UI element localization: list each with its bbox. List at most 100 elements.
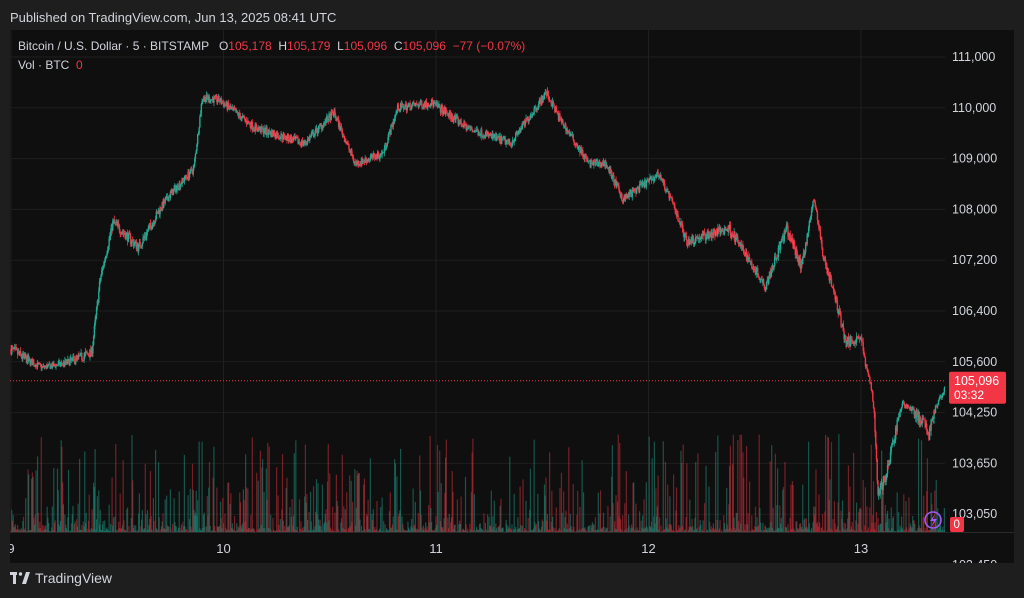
candle-body — [880, 484, 882, 489]
volume-bar — [619, 442, 621, 532]
volume-bar — [719, 520, 721, 532]
candle-body — [802, 257, 804, 265]
volume-bar — [772, 507, 774, 532]
volume-bar — [25, 498, 27, 532]
volume-bar — [860, 509, 862, 532]
candle-body — [421, 103, 423, 108]
volume-bar — [855, 502, 858, 532]
volume-bar — [555, 507, 557, 532]
volume-bar — [452, 491, 454, 532]
volume-bar — [527, 518, 529, 532]
candle-body — [196, 133, 199, 145]
volume-bar — [703, 503, 706, 532]
volume-bar — [251, 437, 253, 532]
volume-bars — [10, 434, 959, 532]
volume-bar — [935, 479, 937, 532]
volume-bar — [54, 520, 56, 532]
volume-bar — [183, 454, 185, 532]
candle-body — [247, 120, 250, 123]
volume-bar — [597, 492, 599, 532]
volume-bar — [216, 487, 218, 532]
volume-bar — [170, 528, 172, 532]
time-tick-label: 11 — [429, 541, 443, 556]
candle-body — [781, 238, 783, 242]
volume-bar — [168, 526, 170, 532]
published-caption: Published on TradingView.com, Jun 13, 20… — [10, 10, 337, 25]
volume-bar — [228, 482, 230, 532]
volume-bar — [502, 527, 504, 532]
volume-bar — [549, 452, 551, 532]
volume-bar — [89, 529, 91, 532]
volume-bar — [383, 520, 385, 532]
time-axis-labels: 9 10 11 12 13 — [10, 541, 868, 556]
volume-bar — [609, 516, 611, 532]
candle-body — [496, 135, 498, 138]
volume-bar — [158, 517, 160, 532]
candle-body — [146, 231, 149, 233]
volume-bar — [942, 526, 944, 532]
volume-bar — [48, 522, 50, 532]
volume-bar — [892, 516, 895, 532]
candle-body — [92, 344, 94, 354]
volume-bar — [417, 513, 419, 532]
volume-bar — [209, 525, 211, 532]
time-tick-label: 9 — [10, 541, 15, 556]
volume-bar — [515, 526, 517, 532]
volume-bar — [702, 520, 704, 532]
volume-bar — [281, 454, 284, 532]
candle-body — [409, 103, 411, 110]
volume-bar — [896, 492, 898, 532]
candle-body — [869, 376, 871, 383]
volume-bar — [705, 465, 707, 532]
candle-body — [903, 404, 906, 407]
volume-bar — [40, 437, 42, 532]
footer-brand[interactable]: TradingView — [10, 570, 112, 586]
volume-bar — [729, 445, 732, 532]
volume-bar — [337, 506, 339, 532]
volume-bar — [607, 506, 609, 532]
volume-bar — [201, 441, 203, 532]
tradingview-logo-icon — [10, 572, 30, 584]
candlestick-chart[interactable]: 111,000 110,000 109,000 108,000 107,200 106,4… — [10, 30, 1014, 563]
volume-bar — [522, 479, 524, 532]
legend-change: −77 (−0.07%) — [452, 39, 526, 53]
price-tick-label: 104,250 — [952, 406, 997, 420]
volume-bar — [660, 525, 662, 532]
volume-bar — [732, 434, 734, 532]
volume-bar — [460, 496, 462, 532]
volume-bar — [774, 453, 777, 532]
candle-body — [875, 445, 878, 460]
volume-bar — [715, 451, 717, 532]
chart-panel[interactable]: 111,000 110,000 109,000 108,000 107,200 106,4… — [10, 30, 1014, 563]
volume-bar — [262, 459, 264, 532]
volume-bar — [882, 493, 884, 532]
volume-bar — [513, 493, 515, 532]
volume-bar — [943, 507, 945, 532]
volume-bar — [647, 528, 649, 532]
volume-bar — [744, 524, 746, 532]
candle-body — [164, 199, 166, 204]
volume-bar — [686, 463, 688, 532]
volume-bar — [743, 477, 745, 532]
volume-bar — [146, 510, 149, 532]
volume-bar — [267, 442, 269, 532]
volume-bar — [307, 519, 309, 532]
volume-bar — [115, 443, 117, 532]
volume-bar — [525, 500, 527, 532]
volume-bar — [917, 438, 920, 532]
volume-bar — [832, 519, 834, 532]
candle-body — [606, 164, 608, 168]
volume-bar — [500, 498, 502, 532]
volume-bar — [888, 518, 890, 532]
volume-bar — [841, 500, 844, 532]
price-label-value: 105,096 — [954, 374, 999, 388]
candle-body — [147, 228, 149, 232]
candle-body — [840, 315, 842, 327]
volume-bar — [448, 513, 450, 532]
volume-bar — [808, 441, 810, 532]
candle-body — [762, 279, 765, 285]
candle-body — [836, 299, 839, 311]
candle-body — [341, 129, 343, 136]
candle-body — [180, 184, 182, 188]
volume-bar — [289, 507, 291, 532]
